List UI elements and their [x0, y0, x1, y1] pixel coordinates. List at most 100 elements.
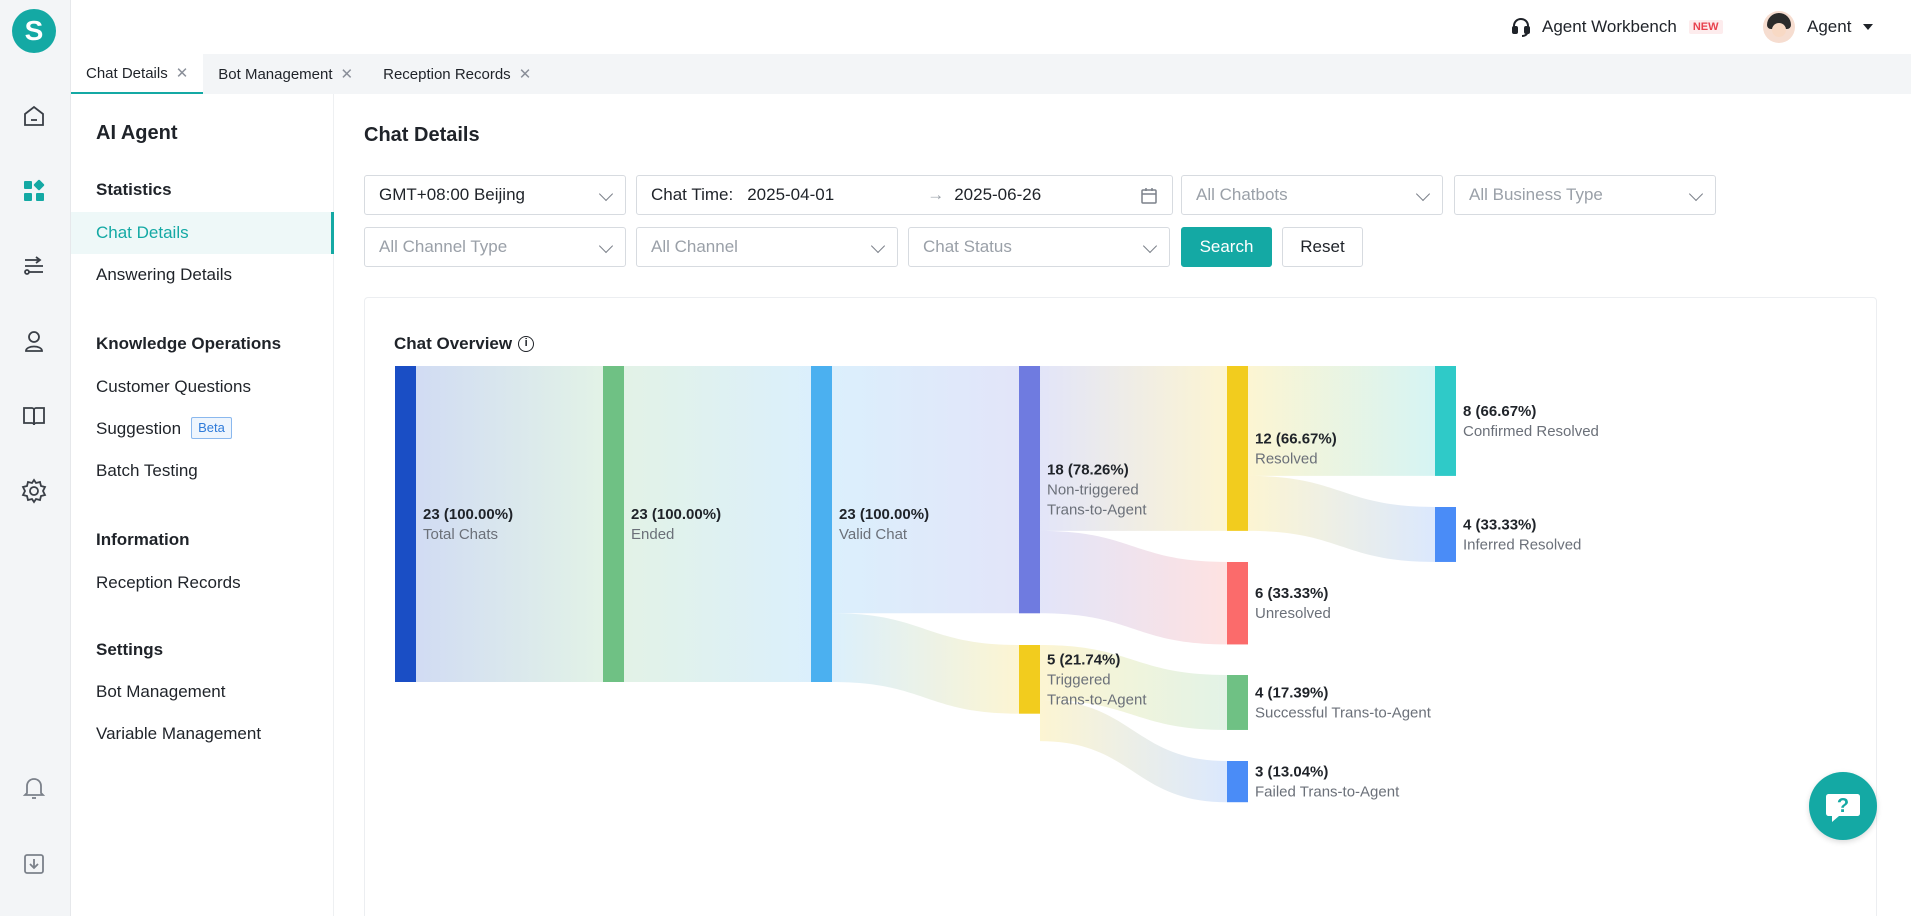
channel-type-placeholder: All Channel Type	[379, 237, 508, 256]
sankey-label-inferred: 4 (33.33%) Inferred Resolved	[1463, 516, 1581, 553]
beta-badge: Beta	[191, 417, 232, 439]
sankey-value-text: 3 (13.04%)	[1255, 764, 1328, 781]
chevron-down-icon	[598, 186, 614, 202]
sankey-link-ended-valid[interactable]	[624, 366, 811, 682]
bell-icon[interactable]	[20, 774, 48, 802]
sankey-label-text: Unresolved	[1255, 605, 1331, 622]
home-icon[interactable]	[20, 102, 48, 130]
sankey-node-inferred[interactable]	[1435, 507, 1456, 562]
help-glyph: ?	[1837, 795, 1849, 817]
sankey-label-text: Successful Trans-to-Agent	[1255, 704, 1432, 721]
business-type-placeholder: All Business Type	[1469, 185, 1603, 204]
arrow-right-icon: →	[927, 185, 945, 204]
sankey-link-valid-nontrig[interactable]	[832, 366, 1019, 614]
sankey-label-text: Trans-to-Agent	[1047, 502, 1147, 519]
avatar	[1763, 11, 1795, 43]
close-icon[interactable]: ✕	[341, 65, 354, 83]
channel-type-select[interactable]: All Channel Type	[364, 227, 626, 267]
sankey-label-text: Non-triggered	[1047, 482, 1139, 499]
chatbots-select[interactable]: All Chatbots	[1181, 175, 1443, 215]
headset-icon	[1512, 17, 1530, 37]
chat-time-label: Chat Time:	[651, 185, 734, 204]
sankey-link-resolved-inferred[interactable]	[1248, 475, 1435, 562]
tab-label: Bot Management	[218, 65, 333, 83]
sankey-label-text: Ended	[631, 526, 674, 543]
sankey-link-nontrig-unresolved[interactable]	[1040, 530, 1227, 645]
chevron-down-icon	[1688, 186, 1704, 202]
tab-bot-management[interactable]: Bot Management ✕	[203, 54, 368, 94]
flow-icon[interactable]	[20, 252, 48, 280]
sankey-node-ended[interactable]	[603, 366, 624, 682]
sidebar-item-customer-questions[interactable]: Customer Questions	[71, 366, 334, 408]
sankey-label-text: Confirmed Resolved	[1463, 423, 1599, 440]
sankey-node-nontrig[interactable]	[1019, 366, 1040, 614]
app-logo[interactable]: S	[12, 9, 56, 53]
chatbots-placeholder: All Chatbots	[1196, 185, 1288, 204]
sankey-chart: 23 (100.00%) Total Chats 23 (100.00%) Ended…	[395, 366, 1599, 803]
help-button[interactable]: ?	[1809, 772, 1877, 840]
sidebar-group-settings: Settings	[96, 640, 164, 659]
sankey-label-failed: 3 (13.04%) Failed Trans-to-Agent	[1255, 764, 1400, 801]
sidebar-item-reception-records[interactable]: Reception Records	[71, 562, 334, 604]
user-menu[interactable]: Agent	[1763, 9, 1874, 45]
sankey-value-text: 12 (66.67%)	[1255, 430, 1337, 447]
help-chat-icon: ?	[1826, 794, 1860, 822]
sankey-link-total-ended[interactable]	[416, 366, 603, 682]
chat-status-select[interactable]: Chat Status	[908, 227, 1170, 267]
sidebar-item-batch-testing[interactable]: Batch Testing	[71, 450, 334, 492]
sankey-label-confirmed: 8 (66.67%) Confirmed Resolved	[1463, 403, 1599, 440]
chat-overview-card: Chat Overview i 23 (100.00%) Total Chats 2…	[364, 297, 1877, 916]
agent-icon[interactable]	[20, 327, 48, 355]
timezone-select[interactable]: GMT+08:00 Beijing	[364, 175, 626, 215]
sankey-node-trig[interactable]	[1019, 645, 1040, 714]
side-menu: AI Agent Statistics Chat Details Answeri…	[71, 94, 334, 916]
close-icon[interactable]: ✕	[176, 64, 189, 82]
download-icon[interactable]	[20, 850, 48, 878]
sankey-node-unresolved[interactable]	[1227, 562, 1248, 645]
sidebar-item-label: Suggestion	[96, 419, 182, 438]
book-icon[interactable]	[20, 402, 48, 430]
sidebar-item-suggestion[interactable]: Suggestion Beta	[71, 408, 334, 450]
sankey-node-valid[interactable]	[811, 366, 832, 682]
sankey-node-resolved[interactable]	[1227, 366, 1248, 531]
chat-status-placeholder: Chat Status	[923, 237, 1012, 256]
dashboard-icon[interactable]	[20, 177, 48, 205]
tab-label: Reception Records	[383, 65, 511, 83]
sankey-node-failed[interactable]	[1227, 761, 1248, 803]
sankey-link-valid-trig[interactable]	[832, 613, 1019, 714]
sankey-value-text: 5 (21.74%)	[1047, 651, 1120, 668]
close-icon[interactable]: ✕	[519, 65, 532, 83]
sidebar-group-statistics: Statistics	[96, 180, 172, 199]
sankey-value-text: 23 (100.00%)	[423, 506, 513, 523]
sankey-label-text: Resolved	[1255, 450, 1318, 467]
chevron-down-icon	[870, 238, 886, 254]
sankey-value-text: 4 (33.33%)	[1463, 516, 1536, 533]
chevron-down-icon	[598, 238, 614, 254]
agent-workbench-link[interactable]: Agent Workbench NEW	[1510, 13, 1723, 41]
reset-button[interactable]: Reset	[1282, 227, 1363, 267]
business-type-select[interactable]: All Business Type	[1454, 175, 1716, 215]
channel-select[interactable]: All Channel	[636, 227, 898, 267]
sidebar-item-variable-management[interactable]: Variable Management	[71, 713, 334, 755]
calendar-icon	[1141, 188, 1157, 204]
chevron-down-icon	[1415, 186, 1431, 202]
date-start-input[interactable]: 2025-04-01	[747, 185, 927, 205]
tab-chat-details[interactable]: Chat Details ✕	[71, 54, 204, 94]
sankey-node-success[interactable]	[1227, 675, 1248, 730]
sankey-node-confirmed[interactable]	[1435, 366, 1456, 476]
search-button[interactable]: Search	[1181, 227, 1272, 267]
sidebar-item-answering-details[interactable]: Answering Details	[71, 254, 334, 296]
channel-placeholder: All Channel	[651, 237, 738, 256]
top-header: Agent Workbench NEW Agent	[71, 0, 1911, 54]
tab-reception-records[interactable]: Reception Records ✕	[368, 54, 546, 94]
sankey-node-total[interactable]	[395, 366, 416, 682]
sidebar-item-bot-management[interactable]: Bot Management	[71, 671, 334, 713]
sankey-label-text: Triggered	[1047, 671, 1111, 688]
gear-icon[interactable]	[20, 477, 48, 505]
sidebar-item-chat-details[interactable]: Chat Details	[71, 212, 334, 254]
sankey-value-text: 8 (66.67%)	[1463, 403, 1536, 420]
chat-time-range-picker[interactable]: Chat Time: 2025-04-01 → 2025-06-26	[636, 175, 1173, 215]
sankey-value-text: 6 (33.33%)	[1255, 585, 1328, 602]
sankey-label-text: Failed Trans-to-Agent	[1255, 784, 1400, 801]
date-end-input[interactable]: 2025-06-26	[954, 185, 1041, 205]
